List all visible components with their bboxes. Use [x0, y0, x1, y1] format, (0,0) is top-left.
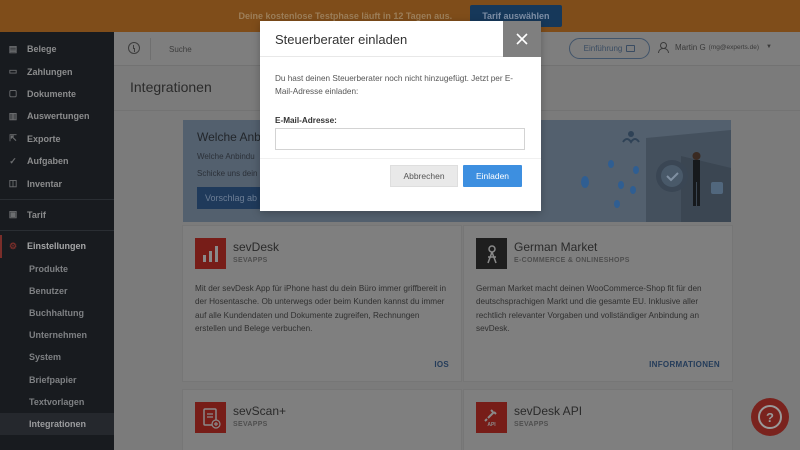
user-menu[interactable]: Martin G (mg@experts.de) ▼ [658, 42, 772, 53]
integration-description: German Market macht deinen WooCommerce-S… [476, 284, 702, 334]
sevdesk-logo-icon [195, 238, 226, 269]
invite-button[interactable]: Einladen [463, 165, 522, 187]
search-input[interactable]: Suche [150, 38, 262, 60]
api-logo-text: API [487, 421, 496, 428]
modal-description: Du hast deinen Steuerberater noch nicht … [275, 74, 514, 96]
user-icon [658, 42, 669, 53]
integration-category: SEVAPPS [233, 421, 268, 428]
invite-tax-advisor-modal: Steuerberater einladen Du hast deinen St… [260, 21, 541, 211]
check-icon: ✓ [9, 155, 17, 166]
sidebar-subitem-system[interactable]: System [0, 346, 114, 368]
sidebar-subitem-integrationen[interactable]: Integrationen [0, 412, 114, 436]
sidebar-divider [0, 230, 114, 232]
sidebar-item-label: Belege [27, 44, 57, 55]
integration-category: SEVAPPS [514, 421, 549, 428]
integration-card-sevdesk[interactable]: sevDesk SEVAPPS Mit der sevDesk App für … [183, 226, 461, 381]
trial-banner-text: Deine kostenlose Testphase läuft in 12 T… [238, 11, 453, 21]
user-name: Martin G [675, 42, 706, 52]
sidebar-item-aufgaben[interactable]: ✓ Aufgaben [0, 150, 114, 172]
modal-title: Steuerberater einladen [275, 32, 408, 47]
sidebar-divider [0, 198, 114, 200]
sidebar-item-label: Dokumente [27, 88, 77, 99]
sidebar-subitem-produkte[interactable]: Produkte [0, 258, 114, 280]
email-label: E-Mail-Adresse: [275, 116, 337, 125]
integration-name: German Market [514, 240, 598, 254]
integration-card-sevdesk-api[interactable]: API sevDesk API SEVAPPS [464, 390, 732, 450]
sidebar-item-label: Auswertungen [27, 111, 90, 122]
integration-card-german-market[interactable]: German Market E-COMMERCE & ONLINESHOPS G… [464, 226, 732, 381]
integration-name: sevScan+ [233, 404, 287, 418]
clock-icon[interactable] [128, 42, 140, 54]
sidebar-item-label: Zahlungen [27, 66, 73, 77]
sidebar-item-dokumente[interactable]: ▢ Dokumente [0, 83, 114, 105]
suggestion-text: Welche Anbindu [197, 152, 255, 161]
sidebar-item-tarif[interactable]: ▣ Tarif [0, 204, 114, 226]
modal-header: Steuerberater einladen [260, 21, 541, 57]
intro-button[interactable]: Einführung [569, 38, 650, 59]
chevron-down-icon: ▼ [765, 44, 772, 50]
payment-icon: ▭ [8, 66, 18, 77]
cancel-button[interactable]: Abbrechen [390, 165, 458, 187]
sidebar-item-label: Exporte [27, 133, 61, 144]
sidebar-item-label: Aufgaben [27, 156, 69, 167]
document-icon: ▢ [8, 88, 18, 99]
sidebar-subitem-buchhaltung[interactable]: Buchhaltung [0, 302, 114, 324]
integration-name: sevDesk API [514, 404, 583, 418]
sidebar-subitem-briefpapier[interactable]: Briefpapier [0, 368, 114, 390]
german-market-logo-icon [476, 238, 507, 269]
intro-button-label: Einführung [583, 44, 623, 53]
suggest-button[interactable]: Vorschlag ab [197, 187, 267, 209]
sidebar-subitem-benutzer[interactable]: Benutzer [0, 280, 114, 302]
information-link[interactable]: INFORMATIONEN [649, 360, 720, 369]
email-field[interactable] [275, 128, 525, 150]
page-title: Integrationen [130, 79, 212, 95]
suggestion-title: Welche Anbi [197, 130, 264, 144]
integration-category: SEVAPPS [233, 257, 268, 264]
ios-link[interactable]: IOS [434, 360, 449, 369]
export-icon: ⇱ [9, 133, 17, 144]
close-icon [516, 33, 528, 45]
tarif-icon: ▣ [8, 209, 18, 220]
sidebar-item-exporte[interactable]: ⇱ Exporte [0, 128, 114, 150]
integration-illustration [581, 130, 731, 222]
receipt-icon: ▤ [8, 43, 18, 54]
help-button[interactable]: ? [751, 398, 789, 436]
sidebar-item-label: Inventar [27, 178, 63, 189]
sidebar-item-einstellungen[interactable]: ⚙ Einstellungen [0, 235, 114, 258]
sidebar-item-belege[interactable]: ▤ Belege [0, 38, 114, 60]
integration-category: E-COMMERCE & ONLINESHOPS [514, 257, 630, 264]
sidebar-item-inventar[interactable]: ◫ Inventar [0, 172, 114, 194]
sidebar-subitem-unternehmen[interactable]: Unternehmen [0, 324, 114, 346]
chart-icon: ▥ [8, 110, 18, 121]
sidebar: ▤ Belege ▭ Zahlungen ▢ Dokumente ▥ Auswertun… [0, 32, 114, 450]
box-icon: ◫ [8, 178, 18, 189]
sidebar-item-label: Tarif [27, 209, 46, 220]
close-button[interactable] [503, 21, 541, 57]
gear-icon: ⚙ [8, 240, 18, 251]
sevscan-logo-icon [195, 402, 226, 433]
sidebar-item-auswertungen[interactable]: ▥ Auswertungen [0, 105, 114, 127]
integration-name: sevDesk [233, 240, 280, 254]
suggestion-text: Schicke uns dein [197, 169, 258, 178]
modal-divider [260, 158, 541, 159]
question-icon: ? [758, 405, 782, 429]
integration-card-sevscan[interactable]: sevScan+ SEVAPPS [183, 390, 461, 450]
sidebar-item-zahlungen[interactable]: ▭ Zahlungen [0, 60, 114, 82]
sidebar-item-label: Einstellungen [27, 241, 87, 252]
user-email: (mg@experts.de) [708, 43, 759, 51]
integration-description: Mit der sevDesk App für iPhone hast du d… [195, 284, 447, 334]
video-icon [626, 45, 636, 52]
sidebar-subitem-textvorlagen[interactable]: Textvorlagen [0, 391, 114, 413]
api-plug-icon: API [476, 402, 507, 433]
